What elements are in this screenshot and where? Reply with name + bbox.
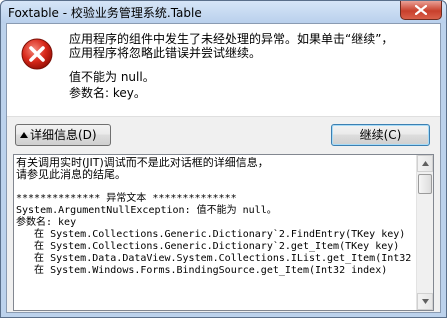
scroll-down-button[interactable] xyxy=(417,293,433,310)
error-dialog-window: Foxtable - 校验业务管理系统.Table 应用程序的组件中发生了未经处… xyxy=(0,0,447,318)
separator xyxy=(7,116,440,117)
details-textbox[interactable]: 有关调用实时(JIT)调试而不是此对话框的详细信息， 请参见此消息的结尾。 **… xyxy=(13,154,434,311)
scroll-thumb[interactable] xyxy=(418,174,432,194)
scroll-up-arrow-icon xyxy=(422,161,429,166)
details-button-label: 详细信息(D) xyxy=(30,128,97,142)
details-line: 在 System.Collections.Generic.Dictionary`… xyxy=(16,241,400,252)
scroll-up-button[interactable] xyxy=(417,155,433,172)
details-line: ************** 异常文本 ************** xyxy=(16,193,237,204)
continue-button[interactable]: 继续(C) xyxy=(331,124,430,146)
error-icon xyxy=(21,38,53,70)
continue-button-label: 继续(C) xyxy=(359,128,402,142)
close-button[interactable] xyxy=(400,1,442,20)
close-icon xyxy=(415,5,427,15)
expand-triangle-icon xyxy=(20,132,28,138)
details-line: 在 System.Collections.Generic.Dictionary`… xyxy=(16,229,406,240)
details-line: 请参见此消息的结尾。 xyxy=(16,168,126,181)
message-area: 应用程序的组件中发生了未经处理的异常。如果单击“继续”， 应用程序将忽略此错误并… xyxy=(7,24,440,116)
message-line-1: 应用程序的组件中发生了未经处理的异常。如果单击“继续”， xyxy=(69,32,394,46)
vertical-scrollbar[interactable] xyxy=(416,155,433,310)
details-button[interactable]: 详细信息(D) xyxy=(15,124,111,146)
message-line-2: 应用程序将忽略此错误并尝试继续。 xyxy=(69,46,262,60)
dialog-client-area: 应用程序的组件中发生了未经处理的异常。如果单击“继续”， 应用程序将忽略此错误并… xyxy=(6,23,441,313)
details-line: System.ArgumentNullException: 值不能为 null。 xyxy=(16,205,277,216)
param-name-line: 参数名: key。 xyxy=(69,86,146,100)
scroll-down-arrow-icon xyxy=(422,299,429,304)
details-line xyxy=(16,181,414,193)
error-value-line: 值不能为 null。 xyxy=(69,70,155,84)
details-text: 有关调用实时(JIT)调试而不是此对话框的详细信息， 请参见此消息的结尾。 **… xyxy=(16,157,414,310)
details-line: 在 System.Data.DataView.System.Collection… xyxy=(16,253,412,264)
details-line: 在 System.Windows.Forms.BindingSource.get… xyxy=(16,265,388,276)
title-bar[interactable]: Foxtable - 校验业务管理系统.Table xyxy=(1,1,446,23)
window-title: Foxtable - 校验业务管理系统.Table xyxy=(8,6,202,20)
details-line: 参数名: key xyxy=(16,217,77,228)
